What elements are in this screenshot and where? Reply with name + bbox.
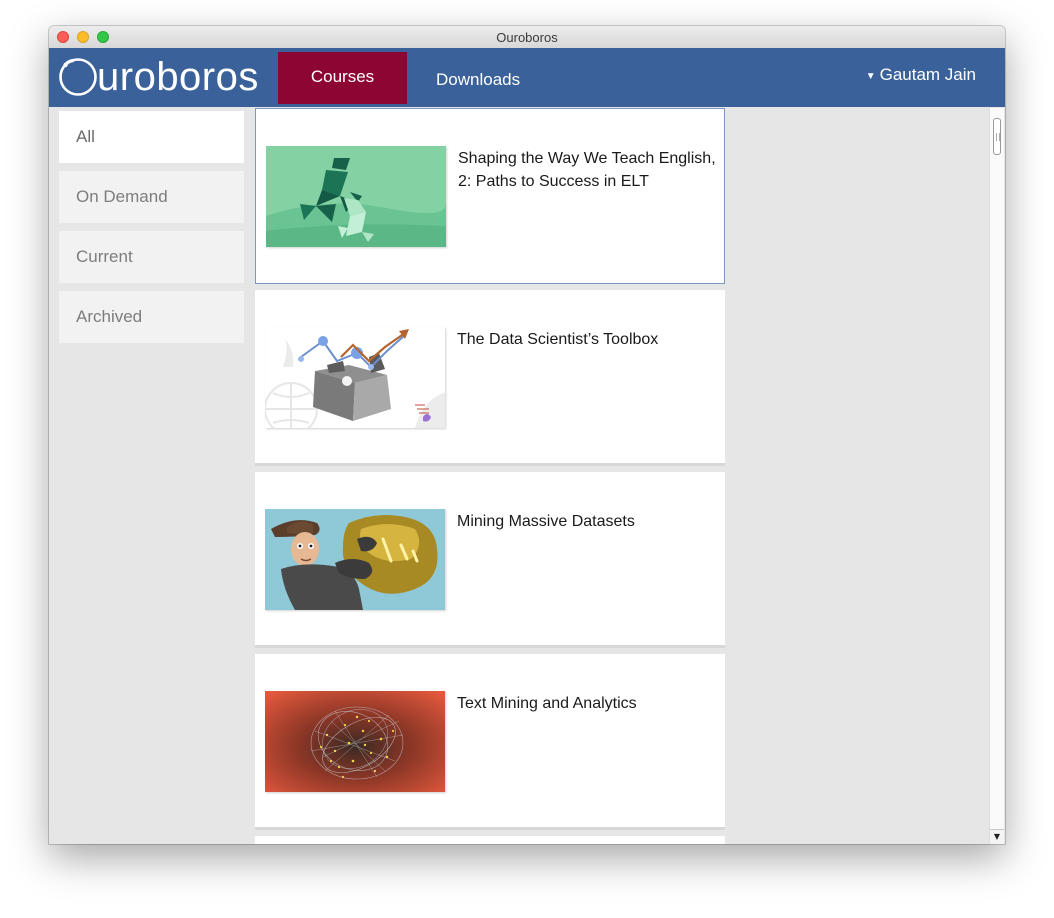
course-card[interactable]: The Data Scientist’s Toolbox [255,290,725,466]
course-card[interactable]: Shaping the Way We Teach English, 2: Pat… [255,108,725,284]
course-title: Shaping the Way We Teach English, 2: Pat… [458,150,716,190]
course-card[interactable]: Mining Massive Datasets [255,472,725,648]
scroll-down-arrow-icon[interactable]: ▼ [990,829,1004,844]
window-title: Ouroboros [496,30,558,45]
sidebar-item-all[interactable]: All [59,111,244,163]
ouroboros-ring-icon [58,55,98,99]
toolbox-image [265,327,445,428]
app-window: Ouroboros uroboros Courses Downloads ▼ Ga… [49,26,1005,844]
course-card[interactable]: Text Mining and Analytics [255,654,725,830]
app-logo: uroboros [58,55,259,99]
filter-sidebar: All On Demand Current Archived [59,111,244,351]
sidebar-item-on-demand[interactable]: On Demand [59,171,244,223]
network-cluster-image [265,691,445,792]
sidebar-item-current[interactable]: Current [59,231,244,283]
dropdown-caret-icon: ▼ [865,71,876,82]
course-list: Shaping the Way We Teach English, 2: Pat… [255,108,727,844]
user-name: Gautam Jain [879,65,976,84]
miner-gold-nugget-image [265,509,445,610]
tangram-figures-image [266,146,446,247]
vertical-scrollbar[interactable]: ▼ [989,108,1004,844]
course-title: Mining Massive Datasets [457,513,635,530]
sidebar-item-archived[interactable]: Archived [59,291,244,343]
tab-courses[interactable]: Courses [278,52,407,104]
course-card-partial[interactable] [255,836,725,844]
logo-text: uroboros [97,55,259,99]
title-bar: Ouroboros [49,26,1005,49]
scrollbar-thumb[interactable] [993,118,1001,155]
course-title: The Data Scientist’s Toolbox [457,331,659,348]
tab-downloads[interactable]: Downloads [436,52,520,104]
top-navbar: uroboros Courses Downloads ▼ Gautam Jain [49,48,1005,107]
course-title: Text Mining and Analytics [457,695,637,712]
user-menu[interactable]: ▼ Gautam Jain [866,64,976,88]
